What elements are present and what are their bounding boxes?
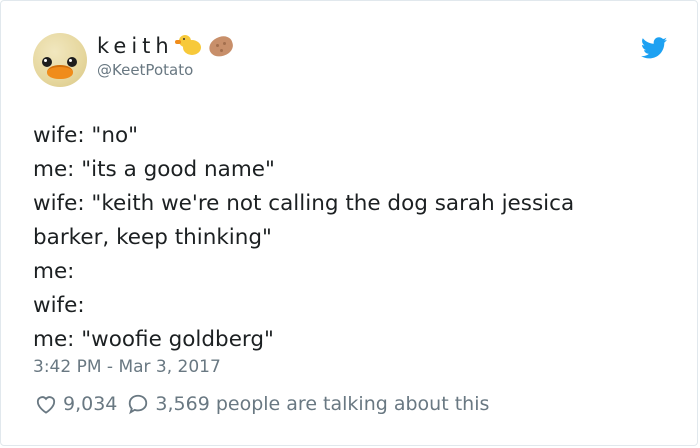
avatar-beak xyxy=(47,65,73,79)
tweet-timestamp[interactable]: 3:42 PM - Mar 3, 2017 xyxy=(33,357,221,377)
heart-icon xyxy=(36,396,56,414)
author-name-row[interactable]: keith xyxy=(97,33,236,60)
twitter-bird-icon[interactable] xyxy=(641,37,667,59)
tweet-line: wife: xyxy=(33,293,85,318)
like-button[interactable]: 9,034 xyxy=(35,393,117,415)
tweet-line: me: "woofie goldberg" xyxy=(33,327,274,352)
tweet-line: wife: "keith we're not calling the dog s… xyxy=(33,191,575,216)
avatar-eye xyxy=(42,57,52,67)
tweet-line: me: "its a good name" xyxy=(33,157,275,182)
conversation-count: 3,569 people are talking about this xyxy=(155,393,490,415)
display-name[interactable]: keith xyxy=(97,34,174,58)
potato-emoji-icon xyxy=(206,33,236,60)
reply-button[interactable]: 3,569 people are talking about this xyxy=(127,393,489,415)
author-handle[interactable]: @KeetPotato xyxy=(97,61,193,79)
avatar-eye xyxy=(67,57,77,67)
tweet-line: wife: "no" xyxy=(33,123,138,148)
like-count: 9,034 xyxy=(63,393,118,415)
avatar[interactable] xyxy=(33,33,87,87)
chick-emoji-icon xyxy=(174,34,204,58)
tweet-line: barker, keep thinking" xyxy=(33,225,272,250)
speech-bubble-icon xyxy=(129,394,148,415)
tweet-card: keith @KeetPotato wife: "no" me: "its a … xyxy=(0,0,698,446)
tweet-actions: 9,034 3,569 people are talking about thi… xyxy=(35,393,499,415)
tweet-text: wife: "no" me: "its a good name" wife: "… xyxy=(33,119,673,357)
tweet-line: me: xyxy=(33,259,75,284)
